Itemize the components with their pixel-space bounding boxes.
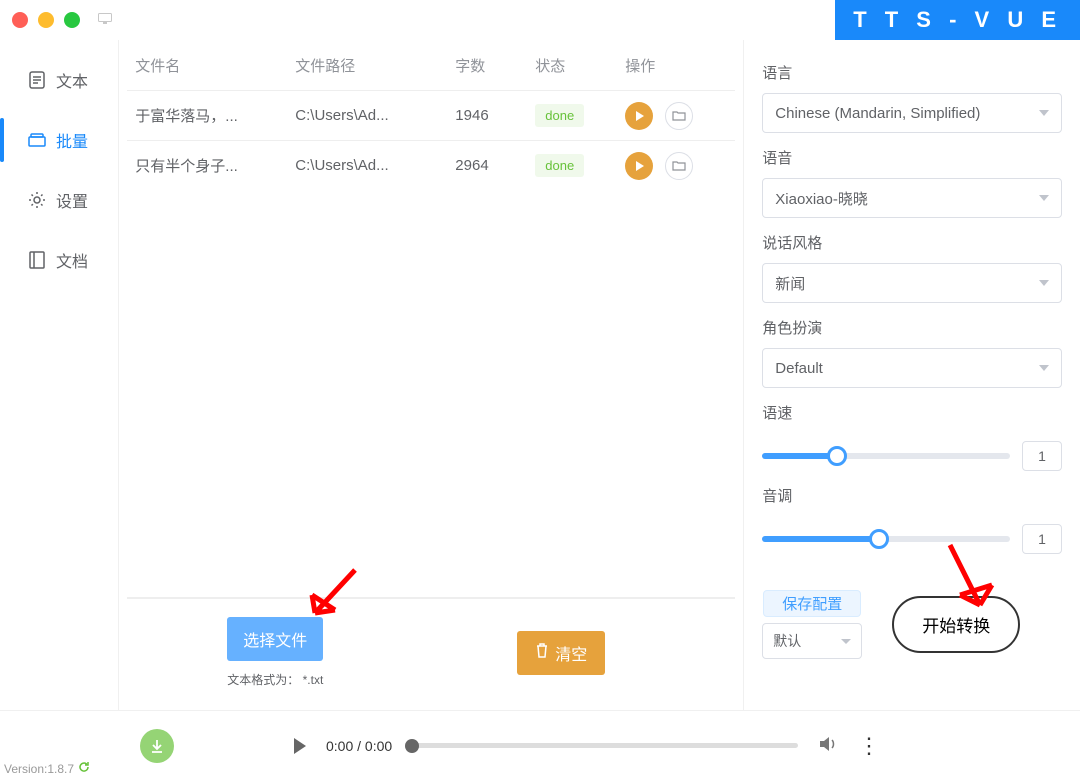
clear-button[interactable]: 清空	[517, 631, 605, 675]
cell-path: C:\Users\Ad...	[295, 157, 455, 174]
player-time: 0:00 / 0:00	[326, 738, 392, 754]
col-ops: 操作	[625, 55, 735, 76]
player-seek-slider[interactable]	[412, 743, 798, 748]
save-config-button[interactable]: 保存配置	[763, 590, 861, 617]
sidebar-item-label: 设置	[56, 188, 88, 212]
minimize-window-button[interactable]	[38, 12, 54, 28]
cell-count: 2964	[455, 157, 535, 174]
preset-select[interactable]: 默认	[762, 623, 862, 659]
cell-path: C:\Users\Ad...	[295, 107, 455, 124]
main-content: 文件名 文件路径 字数 状态 操作 于富华落马，... C:\Users\Ad.…	[118, 40, 744, 710]
status-badge: done	[535, 104, 584, 127]
sidebar-item-label: 文本	[56, 68, 88, 92]
seek-thumb[interactable]	[405, 739, 419, 753]
clear-button-label: 清空	[555, 641, 587, 665]
sidebar-item-settings[interactable]: 设置	[0, 170, 118, 230]
sidebar-item-docs[interactable]: 文档	[0, 230, 118, 290]
download-button[interactable]	[140, 729, 174, 763]
pitch-slider[interactable]	[762, 536, 1010, 542]
start-convert-button[interactable]: 开始转换	[892, 596, 1020, 653]
player-menu-button[interactable]: ⋮	[858, 733, 1060, 759]
cell-name: 只有半个身子...	[135, 155, 295, 176]
batch-icon	[28, 133, 46, 147]
pitch-label: 音调	[762, 485, 1062, 506]
play-button[interactable]	[625, 102, 653, 130]
close-window-button[interactable]	[12, 12, 28, 28]
volume-icon[interactable]	[818, 735, 838, 756]
sidebar: 文本 批量 设置 文档	[0, 40, 118, 710]
col-path: 文件路径	[295, 55, 455, 76]
status-badge: done	[535, 154, 584, 177]
style-label: 说话风格	[762, 232, 1062, 253]
voice-label: 语音	[762, 147, 1062, 168]
speed-label: 语速	[762, 402, 1062, 423]
cell-name: 于富华落马，...	[135, 105, 295, 126]
play-icon	[636, 161, 644, 171]
app-title: T T S - V U E	[835, 0, 1080, 40]
document-icon	[28, 71, 46, 89]
gear-icon	[28, 191, 46, 209]
col-name: 文件名	[135, 55, 295, 76]
titlebar: T T S - V U E	[0, 0, 1080, 40]
style-select[interactable]: 新闻	[762, 263, 1062, 303]
window-controls	[12, 12, 80, 28]
sidebar-item-text[interactable]: 文本	[0, 50, 118, 110]
version-label: Version:1.8.7	[4, 761, 90, 776]
role-select[interactable]: Default	[762, 348, 1062, 388]
speed-value: 1	[1022, 441, 1062, 471]
table-row: 于富华落马，... C:\Users\Ad... 1946 done	[127, 90, 735, 140]
table-row: 只有半个身子... C:\Users\Ad... 2964 done	[127, 140, 735, 190]
speed-slider[interactable]	[762, 453, 1010, 459]
refresh-icon[interactable]	[78, 761, 90, 776]
file-actions: 选择文件 文本格式为： *.txt 清空	[127, 597, 735, 710]
sidebar-item-label: 批量	[56, 128, 88, 152]
player-play-button[interactable]	[294, 738, 306, 754]
player-bar: 0:00 / 0:00 ⋮	[0, 710, 1080, 780]
sidebar-item-label: 文档	[56, 248, 88, 272]
language-select[interactable]: Chinese (Mandarin, Simplified)	[762, 93, 1062, 133]
role-label: 角色扮演	[762, 317, 1062, 338]
monitor-icon	[98, 13, 112, 28]
sidebar-item-batch[interactable]: 批量	[0, 110, 118, 170]
slider-thumb[interactable]	[827, 446, 847, 466]
select-file-button[interactable]: 选择文件	[227, 617, 323, 661]
book-icon	[28, 251, 46, 269]
slider-thumb[interactable]	[869, 529, 889, 549]
open-folder-button[interactable]	[665, 102, 693, 130]
col-status: 状态	[535, 55, 625, 76]
settings-panel: 语言 Chinese (Mandarin, Simplified) 语音 Xia…	[744, 40, 1080, 710]
table-header: 文件名 文件路径 字数 状态 操作	[127, 40, 735, 90]
file-format-hint: 文本格式为： *.txt	[227, 671, 323, 688]
maximize-window-button[interactable]	[64, 12, 80, 28]
pitch-value: 1	[1022, 524, 1062, 554]
play-icon	[636, 111, 644, 121]
col-count: 字数	[455, 55, 535, 76]
open-folder-button[interactable]	[665, 152, 693, 180]
cell-count: 1946	[455, 107, 535, 124]
language-label: 语言	[762, 62, 1062, 83]
play-button[interactable]	[625, 152, 653, 180]
trash-icon	[535, 643, 549, 663]
voice-select[interactable]: Xiaoxiao-晓晓	[762, 178, 1062, 218]
